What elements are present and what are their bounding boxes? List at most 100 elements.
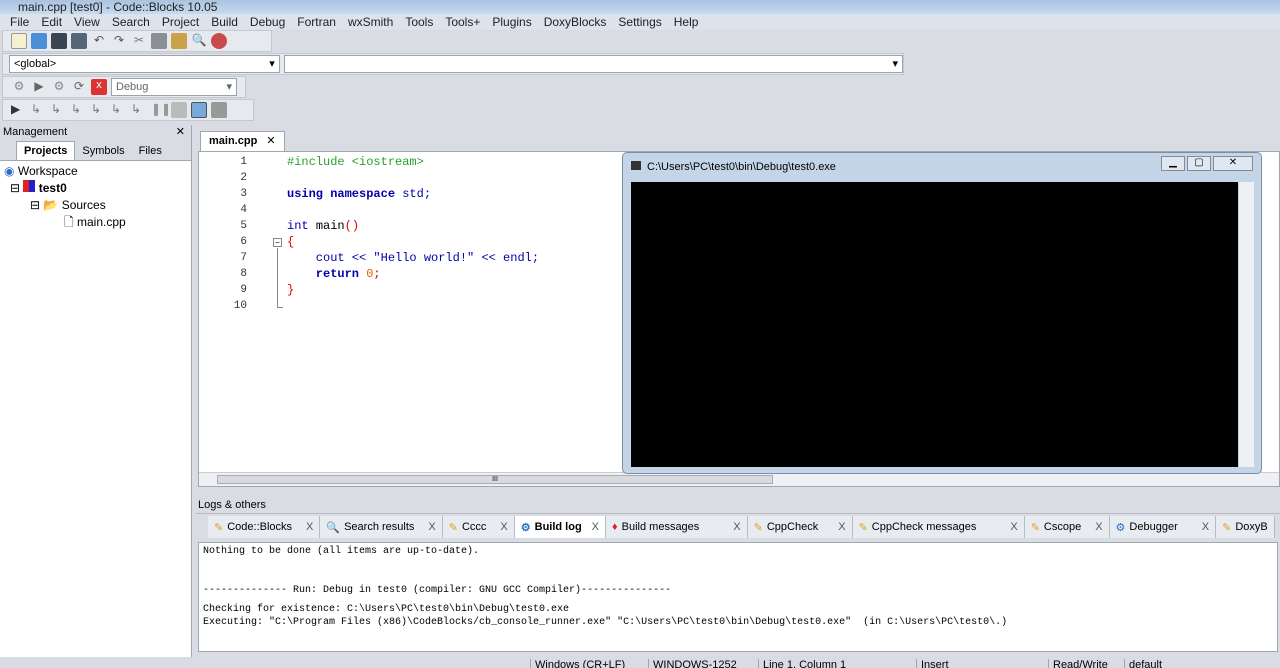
menu-settings[interactable]: Settings: [612, 15, 667, 29]
file-label: main.cpp: [77, 215, 126, 229]
line-number: 5: [240, 220, 247, 232]
log-tab-cccc[interactable]: ✎ Cccc X: [442, 516, 515, 538]
close-icon[interactable]: X: [733, 521, 740, 533]
tab-label: CppCheck messages: [871, 521, 977, 533]
log-tab-cscope[interactable]: ✎ Cscope X: [1024, 516, 1110, 538]
tab-files[interactable]: Files: [132, 142, 169, 160]
minimize-button[interactable]: ▁: [1161, 156, 1185, 171]
log-tab-search-results[interactable]: 🔍 Search results X: [320, 516, 443, 538]
close-tab-icon[interactable]: ✕: [266, 135, 275, 147]
log-tab-build-log[interactable]: ⚙ Build log X: [514, 516, 607, 538]
redo-icon[interactable]: ↷: [111, 33, 127, 49]
log-tab-doxyblocks[interactable]: ✎ DoxyB: [1216, 516, 1275, 538]
operator: ;: [373, 267, 381, 281]
pause-icon[interactable]: ❚❚: [151, 102, 171, 118]
tree-item-workspace[interactable]: ◉ Workspace: [4, 163, 187, 180]
menu-help[interactable]: Help: [668, 15, 705, 29]
step-into-icon[interactable]: ↳: [91, 102, 107, 118]
console-scrollbar[interactable]: [1239, 182, 1254, 467]
copy-icon[interactable]: [151, 33, 167, 49]
save-all-icon[interactable]: [71, 33, 87, 49]
tab-label: Debugger: [1129, 521, 1178, 533]
menu-fortran[interactable]: Fortran: [291, 15, 342, 29]
run-to-cursor-icon[interactable]: ↳: [31, 102, 47, 118]
find-icon[interactable]: 🔍: [191, 33, 207, 49]
paste-icon[interactable]: [171, 33, 187, 49]
tree-item-project[interactable]: ⊟ test0: [4, 180, 187, 197]
management-panel: Management ✕ Projects Symbols Files ◉ Wor…: [0, 125, 192, 668]
close-icon[interactable]: X: [1010, 521, 1017, 533]
new-file-icon[interactable]: [11, 33, 27, 49]
debug-windows-icon[interactable]: [191, 102, 207, 118]
menu-plugins[interactable]: Plugins: [486, 15, 537, 29]
build-run-icon[interactable]: ⚙: [51, 79, 67, 95]
log-tab-cppcheck-messages[interactable]: ✎ CppCheck messages X: [852, 516, 1025, 538]
fold-icon[interactable]: −: [273, 238, 282, 247]
abort-icon[interactable]: x: [91, 79, 107, 95]
debug-continue-icon[interactable]: ▶: [11, 102, 27, 118]
step-icon[interactable]: ↳: [131, 102, 147, 118]
replace-icon[interactable]: [211, 33, 227, 49]
horizontal-scrollbar[interactable]: III: [199, 472, 1279, 486]
save-icon[interactable]: [51, 33, 67, 49]
close-button[interactable]: ✕: [1213, 156, 1253, 171]
folder-label: Sources: [61, 198, 106, 212]
menu-file[interactable]: File: [4, 15, 35, 29]
close-icon[interactable]: X: [838, 521, 845, 533]
pin-icon: ♦: [612, 521, 618, 533]
status-position: Line 1, Column 1: [758, 659, 846, 668]
undo-icon[interactable]: ↶: [91, 33, 107, 49]
stop-debug-icon[interactable]: [171, 102, 187, 118]
scrollbar-thumb[interactable]: III: [217, 475, 773, 484]
log-tab-debugger[interactable]: ⚙ Debugger X: [1109, 516, 1217, 538]
menu-edit[interactable]: Edit: [35, 15, 68, 29]
symbol-select[interactable]: [283, 55, 903, 73]
open-icon[interactable]: [31, 33, 47, 49]
tab-label: Cccc: [461, 521, 487, 533]
close-icon[interactable]: X: [592, 521, 599, 533]
close-icon[interactable]: X: [306, 521, 313, 533]
tab-label: Code::Blocks: [227, 521, 293, 533]
next-line-icon[interactable]: ↳: [51, 102, 67, 118]
console-window[interactable]: C:\Users\PC\test0\bin\Debug\test0.exe ▁ …: [622, 152, 1262, 474]
log-tab-cppcheck[interactable]: ✎ CppCheck X: [747, 516, 853, 538]
maximize-button[interactable]: ▢: [1187, 156, 1211, 171]
close-icon[interactable]: ✕: [176, 125, 185, 138]
menu-view[interactable]: View: [68, 15, 106, 29]
menu-tools[interactable]: Tools: [399, 15, 439, 29]
cut-icon[interactable]: ✂: [131, 33, 147, 49]
tab-projects[interactable]: Projects: [16, 141, 76, 160]
keyword: int: [287, 219, 316, 233]
code-line: }: [287, 283, 295, 297]
menu-tools-plus[interactable]: Tools+: [439, 15, 486, 29]
info-icon[interactable]: [211, 102, 227, 118]
rebuild-icon[interactable]: ⟳: [71, 79, 87, 95]
logs-title: Logs & others: [196, 497, 1280, 514]
log-tab-codeblocks[interactable]: ✎ Code::Blocks X: [208, 516, 321, 538]
menu-debug[interactable]: Debug: [244, 15, 291, 29]
menu-doxyblocks[interactable]: DoxyBlocks: [538, 15, 613, 29]
menu-search[interactable]: Search: [106, 15, 156, 29]
log-tab-build-messages[interactable]: ♦ Build messages X: [606, 516, 748, 538]
close-icon[interactable]: X: [428, 521, 435, 533]
close-icon[interactable]: X: [1095, 521, 1102, 533]
editor-tabs: main.cpp ✕: [196, 128, 1280, 151]
close-icon[interactable]: X: [1202, 521, 1209, 533]
build-icon[interactable]: ⚙: [11, 79, 27, 95]
menu-build[interactable]: Build: [205, 15, 244, 29]
tab-symbols[interactable]: Symbols: [75, 142, 131, 160]
step-out-icon[interactable]: ↳: [111, 102, 127, 118]
log-line: -------------- Run: Debug in test0 (comp…: [203, 585, 672, 596]
close-icon[interactable]: X: [500, 521, 507, 533]
tab-label: Build messages: [621, 521, 700, 533]
tree-item-file[interactable]: 🗋 main.cpp: [4, 214, 187, 231]
build-target-select[interactable]: Debug: [111, 78, 237, 96]
run-icon[interactable]: ▶: [31, 79, 47, 95]
editor-tab-main-cpp[interactable]: main.cpp ✕: [200, 131, 285, 151]
menu-project[interactable]: Project: [156, 15, 205, 29]
next-instruction-icon[interactable]: ↳: [71, 102, 87, 118]
menu-wxsmith[interactable]: wxSmith: [342, 15, 399, 29]
tree-item-sources[interactable]: ⊟ 📂 Sources: [4, 197, 187, 214]
gear-icon: ⚙: [1115, 521, 1126, 534]
scope-select[interactable]: <global>: [9, 55, 280, 73]
